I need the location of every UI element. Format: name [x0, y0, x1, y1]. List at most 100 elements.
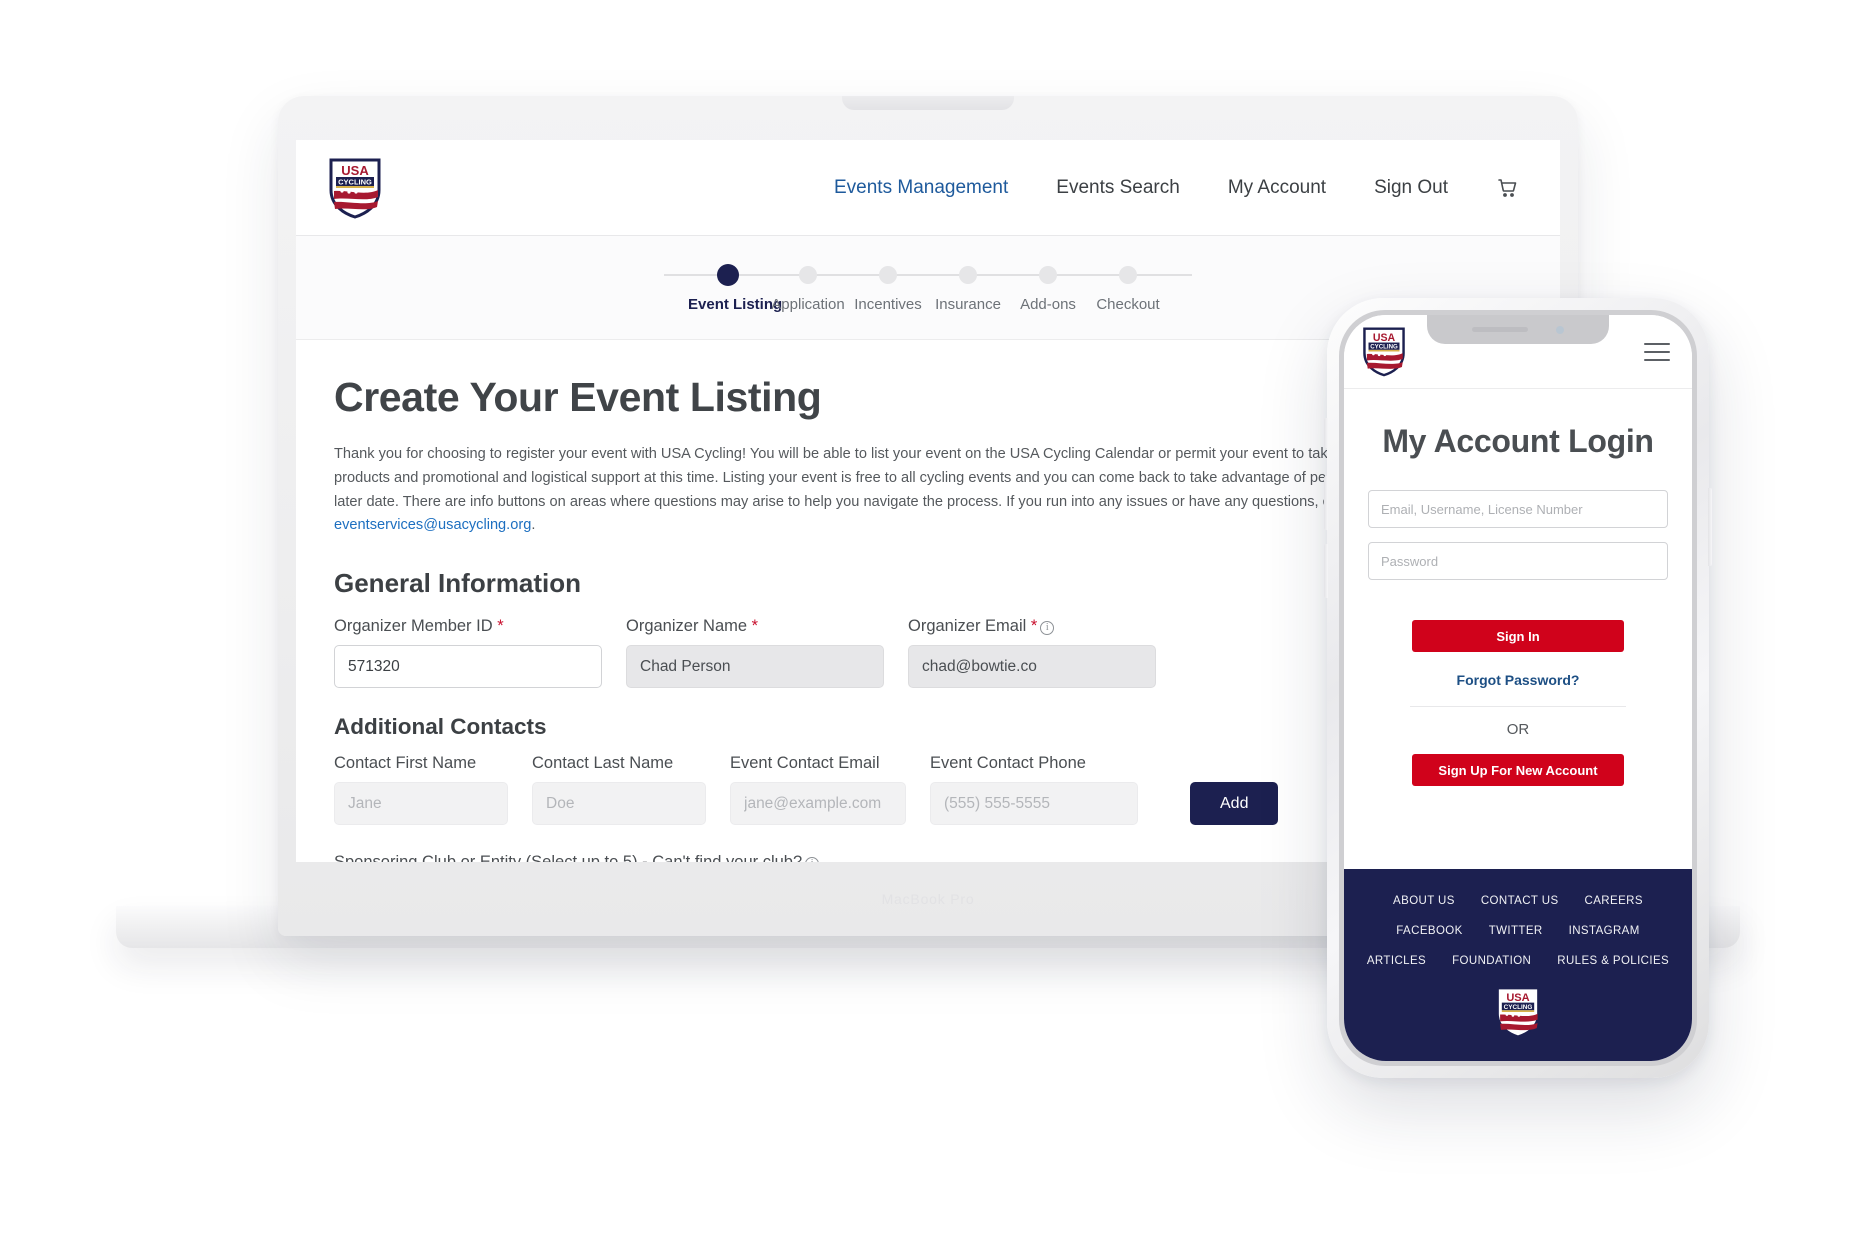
organizer-email-input — [908, 645, 1156, 689]
contact-first-name-input[interactable] — [334, 782, 508, 826]
username-input[interactable] — [1368, 490, 1668, 528]
footer-link-contact-us[interactable]: CONTACT US — [1481, 895, 1559, 907]
footer-row-1: ABOUT US CONTACT US CAREERS — [1362, 895, 1674, 907]
usa-cycling-logo-icon[interactable]: USA CYCLING — [1362, 326, 1406, 377]
main-navigation: Events Management Events Search My Accou… — [810, 140, 1542, 236]
footer-row-2: FACEBOOK TWITTER INSTAGRAM — [1362, 925, 1674, 937]
phone-volume-up-button — [1324, 476, 1328, 530]
nav-item-events-management[interactable]: Events Management — [810, 177, 1032, 199]
label-sponsoring-club: Sponsoring Club or Entity (Select up to … — [334, 853, 820, 862]
event-contact-email-input[interactable] — [730, 782, 906, 826]
step-label-insurance: Insurance — [935, 295, 1001, 313]
sign-up-button[interactable]: Sign Up For New Account — [1412, 754, 1624, 786]
required-asterisk: * — [497, 617, 504, 636]
phone-earpiece — [1472, 327, 1528, 332]
phone-volume-down-button — [1324, 544, 1328, 598]
label-organizer-name: Organizer Name * — [626, 617, 884, 636]
footer-link-twitter[interactable]: TWITTER — [1489, 925, 1543, 937]
step-dot-add-ons — [1039, 265, 1057, 284]
step-label-checkout: Checkout — [1096, 295, 1160, 313]
footer-link-careers[interactable]: CAREERS — [1585, 895, 1643, 907]
divider — [1410, 706, 1626, 707]
phone-power-button — [1708, 488, 1712, 566]
footer-link-rules-policies[interactable]: RULES & POLICIES — [1557, 955, 1669, 967]
step-insurance[interactable]: Insurance — [928, 263, 1008, 313]
organizer-member-id-input[interactable] — [334, 645, 602, 689]
step-label-event-listing: Event Listing — [688, 295, 783, 313]
step-label-add-ons: Add-ons — [1020, 295, 1076, 313]
required-asterisk: * — [1030, 617, 1038, 636]
label-contact-first-name: Contact First Name — [334, 754, 477, 773]
step-dot-event-listing — [717, 263, 739, 286]
phone-frame: USA CYCLING My Account Login Email, User… — [1324, 298, 1712, 1078]
step-dot-application — [799, 265, 817, 284]
step-add-ons[interactable]: Add-ons — [1008, 263, 1088, 313]
phone-notch — [1427, 315, 1609, 344]
hamburger-menu-icon[interactable] — [1644, 342, 1670, 361]
field-contact-first-name: Contact First Name — [334, 754, 508, 826]
footer-link-foundation[interactable]: FOUNDATION — [1452, 955, 1531, 967]
add-contact-button[interactable]: Add — [1190, 782, 1279, 826]
footer-row-3: ARTICLES FOUNDATION RULES & POLICIES — [1362, 955, 1674, 967]
svg-text:CYCLING: CYCLING — [1370, 344, 1398, 351]
phone-front-camera — [1556, 325, 1564, 334]
field-organizer-member-id: Organizer Member ID * — [334, 617, 602, 689]
shopping-cart-icon[interactable] — [1472, 176, 1542, 200]
step-dot-incentives — [879, 265, 897, 284]
footer-usa-cycling-logo-icon: USA CYCLING — [1362, 985, 1674, 1039]
footer-link-articles[interactable]: ARTICLES — [1367, 955, 1426, 967]
step-checkout[interactable]: Checkout — [1088, 263, 1192, 313]
site-header: USA CYCLING Events Management Events Sea… — [296, 140, 1560, 236]
step-label-incentives: Incentives — [854, 295, 922, 313]
field-contact-last-name: Contact Last Name — [532, 754, 706, 826]
label-text: Organizer Email — [908, 617, 1027, 636]
label-event-contact-phone: Event Contact Phone — [930, 754, 1086, 773]
phone-screen: USA CYCLING My Account Login Email, User… — [1344, 315, 1692, 1061]
label-text: Organizer Name — [626, 617, 748, 636]
svg-text:USA: USA — [1373, 332, 1396, 344]
forgot-password-link[interactable]: Forgot Password? — [1368, 672, 1668, 688]
svg-text:USA: USA — [341, 163, 369, 178]
or-label: OR — [1506, 721, 1530, 738]
step-dot-checkout — [1119, 265, 1137, 284]
field-organizer-name: Organizer Name * — [626, 617, 884, 689]
event-contact-phone-input[interactable] — [930, 782, 1138, 826]
password-input[interactable] — [1368, 542, 1668, 580]
sign-in-button[interactable]: Sign In — [1412, 620, 1624, 652]
add-contact-button-wrap: Add — [1190, 782, 1279, 826]
label-organizer-member-id: Organizer Member ID * — [334, 617, 602, 636]
label-contact-last-name: Contact Last Name — [532, 754, 674, 773]
step-dot-insurance — [959, 265, 977, 284]
svg-text:USA: USA — [1506, 992, 1529, 1004]
nav-item-events-search[interactable]: Events Search — [1032, 177, 1204, 199]
required-asterisk: * — [751, 617, 759, 636]
footer-link-facebook[interactable]: FACEBOOK — [1396, 925, 1462, 937]
phone-silent-switch — [1324, 418, 1328, 448]
nav-item-my-account[interactable]: My Account — [1204, 177, 1350, 199]
step-event-listing[interactable]: Event Listing — [664, 263, 783, 313]
step-label-application: Application — [771, 295, 845, 313]
label-text: Sponsoring Club or Entity (Select up to … — [334, 853, 802, 862]
info-circle-icon[interactable]: i — [805, 857, 820, 862]
field-event-contact-email: Event Contact Email — [730, 754, 906, 826]
event-services-email-link[interactable]: eventservices@usacycling.org — [334, 517, 531, 533]
footer-link-about-us[interactable]: ABOUT US — [1393, 895, 1455, 907]
field-event-contact-phone: Event Contact Phone — [930, 754, 1138, 826]
label-organizer-email: Organizer Email * i — [908, 617, 1156, 636]
footer-link-instagram[interactable]: INSTAGRAM — [1569, 925, 1640, 937]
step-application[interactable]: Application — [768, 263, 848, 313]
contact-last-name-input[interactable] — [532, 782, 706, 826]
phone-bezel: USA CYCLING My Account Login Email, User… — [1339, 310, 1697, 1066]
phone-mockup: USA CYCLING My Account Login Email, User… — [1324, 298, 1712, 1078]
field-organizer-email: Organizer Email * i — [908, 617, 1156, 689]
phone-footer: ABOUT US CONTACT US CAREERS FACEBOOK TWI… — [1344, 869, 1692, 1061]
step-incentives[interactable]: Incentives — [848, 263, 928, 313]
organizer-name-input — [626, 645, 884, 689]
screenshot-canvas: USA CYCLING Events Management Events Sea… — [0, 0, 1852, 1236]
usa-cycling-logo-icon[interactable]: USA CYCLING — [328, 157, 382, 219]
nav-item-sign-out[interactable]: Sign Out — [1350, 177, 1472, 199]
label-text: Organizer Member ID — [334, 617, 493, 636]
login-title: My Account Login — [1382, 423, 1654, 459]
label-event-contact-email: Event Contact Email — [730, 754, 880, 773]
info-circle-icon[interactable]: i — [1040, 621, 1055, 636]
